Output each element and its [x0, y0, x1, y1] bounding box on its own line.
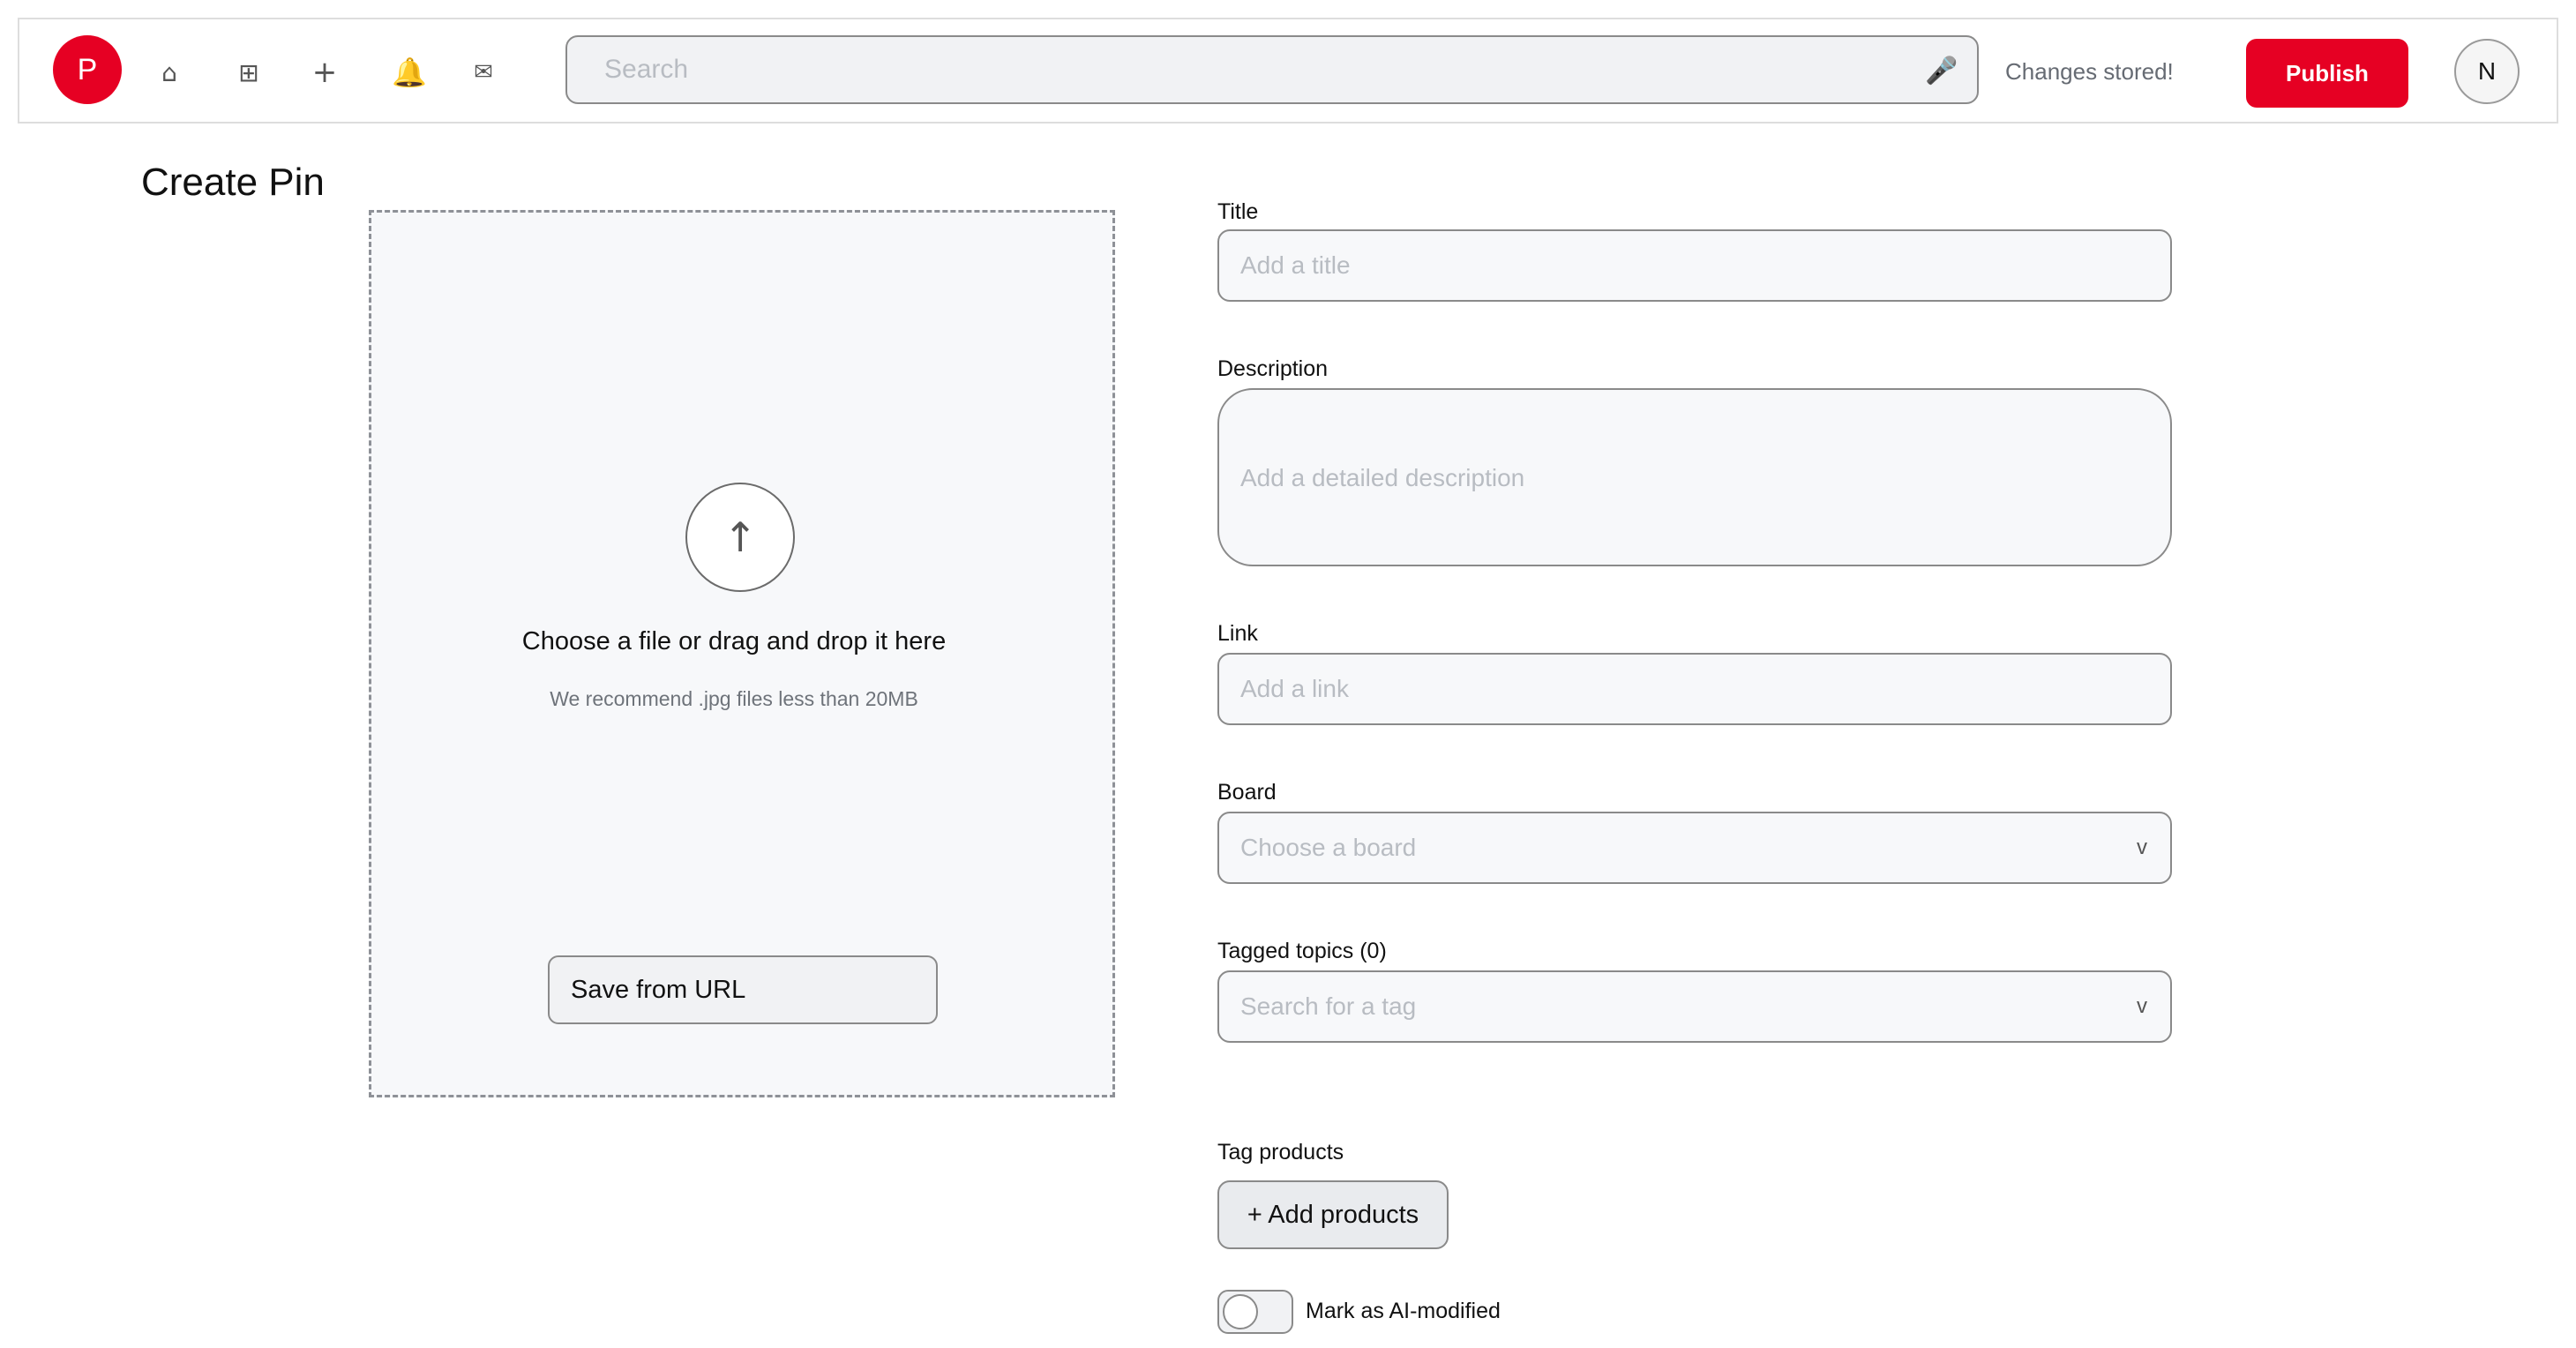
description-textarea[interactable]: [1219, 390, 2170, 565]
grid-icon[interactable]: ⊞: [228, 51, 270, 94]
add-products-button[interactable]: + Add products: [1217, 1180, 1449, 1249]
upload-arrow-icon[interactable]: ↑: [685, 483, 795, 592]
logo[interactable]: P: [53, 35, 122, 104]
link-input[interactable]: [1219, 655, 2170, 723]
tag-products-label: Tag products: [1217, 1140, 1344, 1165]
upload-recommendation: We recommend .jpg files less than 20MB: [550, 687, 918, 710]
chevron-down-icon: v: [2137, 835, 2147, 859]
ai-modified-label: Mark as AI-modified: [1306, 1299, 1501, 1323]
description-label: Description: [1217, 356, 1329, 381]
tag-search-select[interactable]: Search for a tag v: [1217, 970, 2172, 1043]
toggle-knob: [1223, 1294, 1258, 1329]
home-icon[interactable]: ⌂: [148, 51, 191, 94]
upload-dropzone[interactable]: ↑ Choose a file or drag and drop it here…: [369, 210, 1115, 1097]
plus-icon[interactable]: +: [303, 51, 346, 94]
board-placeholder: Choose a board: [1240, 834, 1417, 861]
title-label: Title: [1217, 199, 1259, 224]
board-select[interactable]: Choose a board v: [1217, 812, 2172, 884]
avatar[interactable]: N: [2454, 39, 2520, 104]
save-status-text: Changes stored!: [2005, 58, 2174, 85]
description-field: [1217, 388, 2172, 566]
mail-icon[interactable]: ✉: [462, 51, 505, 94]
bell-icon[interactable]: 🔔: [388, 51, 431, 94]
tag-search-placeholder: Search for a tag: [1240, 992, 1417, 1020]
search-bar: 🎤: [565, 35, 1979, 104]
upload-instruction: Choose a file or drag and drop it here: [521, 627, 947, 655]
top-navigation-bar: P ⌂ ⊞ + 🔔 ✉ 🎤 Changes stored! Publish N: [18, 18, 2558, 124]
save-from-url-button[interactable]: Save from URL: [548, 955, 938, 1024]
publish-button[interactable]: Publish: [2246, 39, 2408, 108]
link-field: [1217, 653, 2172, 725]
board-label: Board: [1217, 780, 1277, 805]
ai-modified-toggle[interactable]: [1217, 1290, 1293, 1334]
page-title: Create Pin: [141, 161, 325, 204]
title-field: [1217, 229, 2172, 302]
chevron-down-icon: v: [2137, 994, 2147, 1018]
microphone-icon[interactable]: 🎤: [1922, 51, 1961, 90]
title-input[interactable]: [1219, 231, 2170, 300]
link-label: Link: [1217, 621, 1258, 646]
tagged-topics-label: Tagged topics (0): [1217, 939, 1387, 963]
search-input[interactable]: [567, 37, 1977, 102]
